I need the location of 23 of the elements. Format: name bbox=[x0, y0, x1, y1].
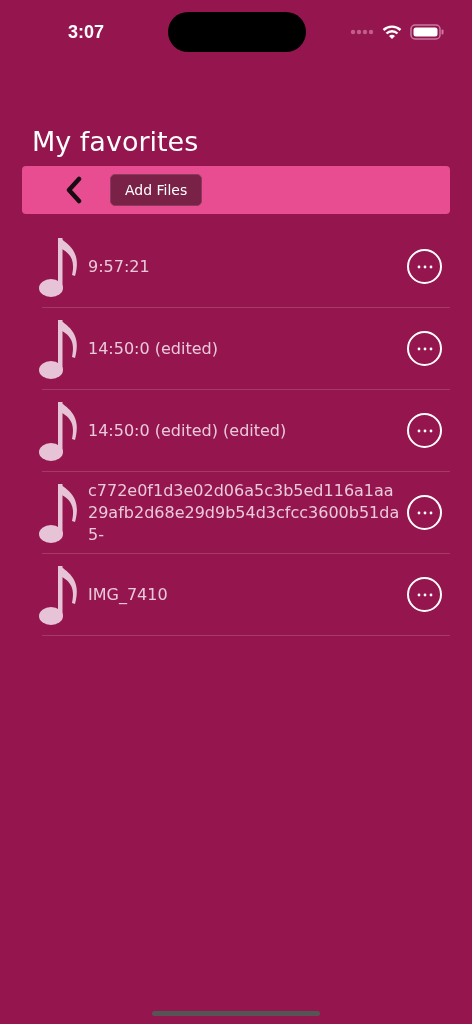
status-time: 3:07 bbox=[68, 21, 105, 43]
file-name[interactable]: c772e0f1d3e02d06a5c3b5ed116a1aa29afb2d68e29d9b54d3cfcc3600b51da5- bbox=[82, 479, 407, 546]
signal-icon bbox=[350, 29, 374, 35]
chevron-left-icon bbox=[66, 176, 82, 204]
more-icon bbox=[416, 510, 433, 515]
add-files-button[interactable]: Add Files bbox=[110, 174, 203, 206]
more-icon bbox=[416, 264, 433, 269]
more-button[interactable] bbox=[407, 413, 442, 448]
back-button[interactable] bbox=[66, 176, 82, 204]
page-title: My favorites bbox=[32, 125, 200, 159]
file-name[interactable]: 14:50:0 (edited) bbox=[82, 337, 407, 360]
file-name[interactable]: 9:57:21 bbox=[82, 255, 407, 278]
more-button[interactable] bbox=[407, 577, 442, 612]
more-button[interactable] bbox=[407, 495, 442, 530]
file-name[interactable]: IMG_7410 bbox=[82, 583, 407, 606]
more-icon bbox=[416, 346, 433, 351]
more-icon bbox=[416, 428, 433, 433]
battery-icon bbox=[410, 24, 444, 40]
file-name[interactable]: 14:50:0 (edited) (edited) bbox=[82, 419, 407, 442]
more-button[interactable] bbox=[407, 249, 442, 284]
more-icon bbox=[416, 592, 433, 597]
wifi-icon bbox=[382, 24, 402, 40]
more-button[interactable] bbox=[407, 331, 442, 366]
